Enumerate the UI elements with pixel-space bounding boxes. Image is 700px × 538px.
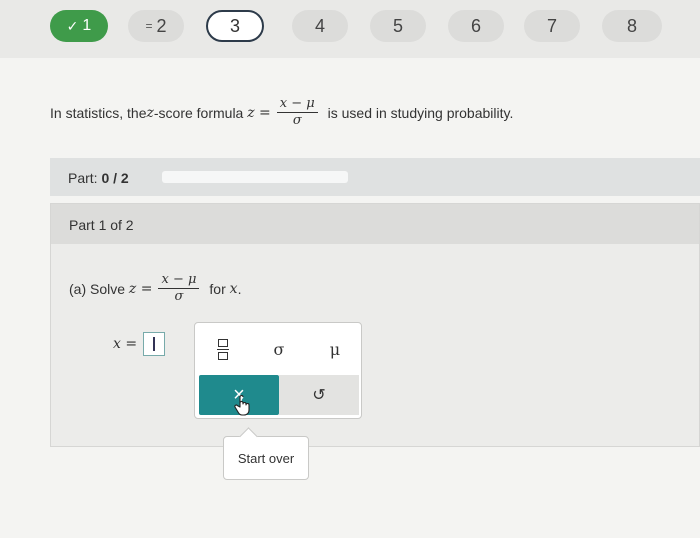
question-7-button[interactable]: 7 — [524, 10, 580, 42]
fraction-denominator: σ — [292, 113, 302, 128]
answer-label: x = — [113, 336, 138, 352]
question-8-button[interactable]: 8 — [602, 10, 662, 42]
question-number: 6 — [470, 15, 481, 36]
question-number: 5 — [392, 15, 403, 36]
problem-mid: -score formula — [153, 104, 248, 121]
answer-row: x = — [113, 332, 166, 356]
part-count: 0 / 2 — [101, 170, 129, 186]
fraction-numerator: x − μ — [158, 272, 200, 289]
check-icon: ✓ — [66, 17, 79, 34]
mu-key[interactable]: μ — [315, 331, 355, 367]
progress-track — [162, 171, 348, 183]
question-number: 7 — [546, 15, 557, 36]
z-variable: z — [146, 104, 154, 121]
text-cursor — [153, 337, 156, 351]
question-6-button[interactable]: 6 — [448, 10, 504, 42]
problem-suffix: is used in studying probability. — [323, 104, 514, 121]
part-header-text: Part 1 of 2 — [69, 217, 134, 233]
formula-fraction: x − μ σ — [276, 96, 318, 129]
question-end: . — [237, 280, 242, 297]
question-1-button[interactable]: ✓ 1 — [50, 10, 108, 42]
part-header: Part 1 of 2 — [51, 204, 699, 244]
question-2-button[interactable]: = 2 — [128, 10, 184, 42]
part-label-text: Part: — [68, 170, 102, 186]
fraction-icon — [217, 338, 229, 360]
answer-input[interactable] — [143, 332, 166, 356]
question-3-button[interactable]: 3 — [206, 10, 264, 42]
problem-prefix: In statistics, the — [50, 104, 147, 121]
question-4-button[interactable]: 4 — [292, 10, 348, 42]
part-panel: Part 1 of 2 (a) Solve z = x − μ σ for x … — [50, 203, 700, 480]
undo-icon: ↺ — [312, 387, 326, 404]
question-prefix: (a) Solve — [69, 280, 129, 297]
question-variable: x — [229, 280, 238, 297]
question-fraction: x − μ σ — [158, 272, 200, 305]
sigma-key[interactable]: σ — [259, 331, 299, 367]
tooltip-text: Start over — [237, 450, 295, 466]
fraction-denominator: σ — [174, 289, 184, 304]
question-navigation-bar: ✓ 1 = 2 3 4 5 6 7 8 — [0, 0, 700, 58]
problem-statement: In statistics, the z -score formula z = … — [50, 96, 513, 129]
question-number: 3 — [229, 15, 240, 36]
partial-icon: = — [145, 19, 153, 33]
question-number: 2 — [156, 15, 167, 36]
part-progress-bar: Part: 0 / 2 — [50, 158, 700, 196]
question-number: 4 — [314, 15, 325, 36]
question-number: 8 — [626, 15, 637, 36]
undo-button[interactable]: ↺ — [279, 375, 359, 415]
question-lhs: z = — [128, 280, 153, 297]
hand-pointer-icon — [234, 395, 250, 416]
fraction-numerator: x − μ — [276, 96, 318, 113]
formula-lhs: z = — [247, 104, 271, 121]
question-number: 1 — [82, 17, 92, 34]
start-over-tooltip: Start over — [223, 436, 309, 480]
question-for: for — [209, 280, 230, 297]
question-5-button[interactable]: 5 — [370, 10, 426, 42]
fraction-key[interactable] — [203, 331, 243, 367]
math-keypad: σ μ × ↺ — [194, 322, 362, 419]
question-text: (a) Solve z = x − μ σ for x . — [69, 272, 241, 305]
part-label: Part: 0 / 2 — [68, 170, 129, 186]
